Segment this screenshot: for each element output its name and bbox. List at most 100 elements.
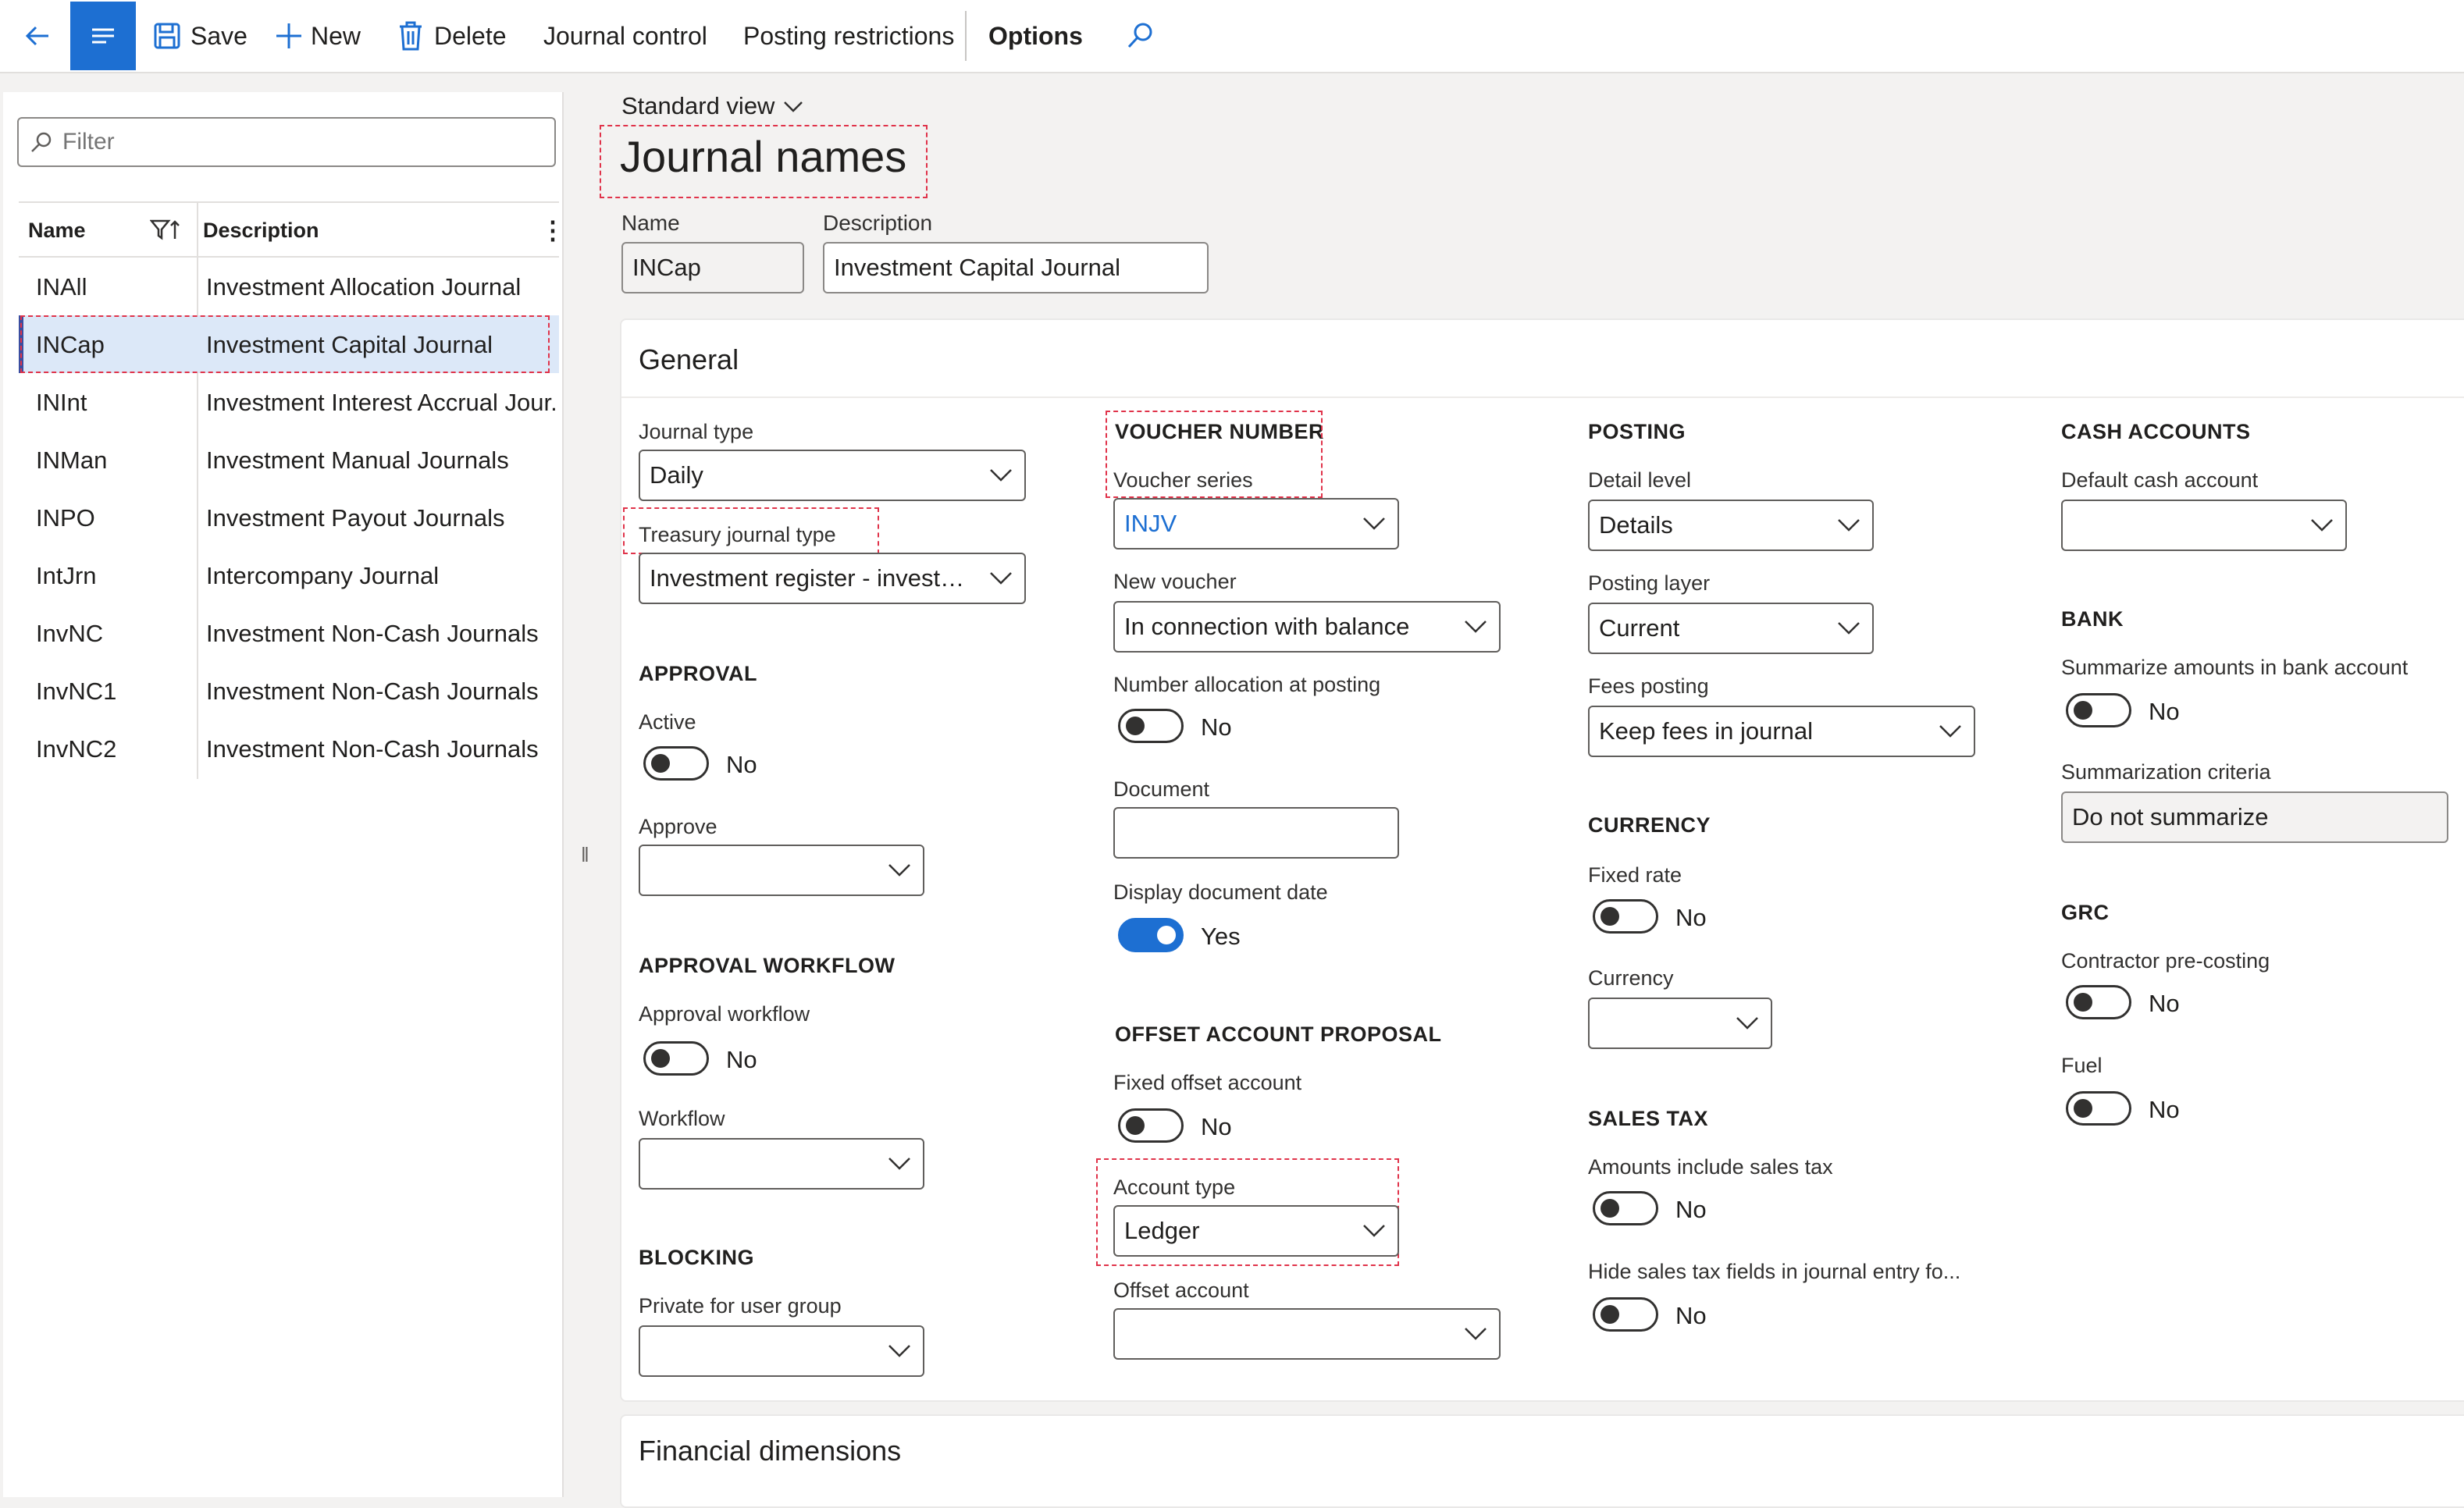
table-row[interactable]: InvNC1 Investment Non-Cash Journals (19, 662, 559, 720)
currency-select[interactable] (1588, 998, 1772, 1049)
fees-posting-select[interactable]: Keep fees in journal (1588, 706, 1975, 757)
table-row[interactable]: INPO Investment Payout Journals (19, 489, 559, 546)
summarization-criteria-field[interactable]: Do not summarize (2061, 791, 2448, 843)
workflow-select[interactable] (639, 1138, 924, 1190)
save-button[interactable]: Save (153, 0, 247, 72)
approve-select[interactable] (639, 845, 924, 896)
search-button[interactable] (1124, 0, 1155, 72)
chevron-down-icon (887, 1343, 912, 1360)
back-button[interactable] (22, 0, 53, 72)
offset-account-select[interactable] (1113, 1308, 1501, 1360)
table-row-selected[interactable]: INCap Investment Capital Journal (19, 315, 559, 373)
journal-type-select[interactable]: Daily (639, 450, 1026, 501)
chevron-down-icon (782, 92, 804, 120)
description-field[interactable]: Investment Capital Journal (823, 242, 1209, 293)
column-header-name[interactable]: Name (28, 219, 86, 243)
more-options-icon[interactable]: ⋮ (540, 215, 565, 245)
voucher-series-select[interactable]: INJV (1113, 498, 1399, 549)
default-cash-account-select[interactable] (2061, 500, 2347, 551)
general-header[interactable]: General (639, 343, 739, 376)
options-button[interactable]: Options (988, 0, 1083, 72)
approval-workflow-section-title: APPROVAL WORKFLOW (639, 954, 896, 977)
fees-posting-value: Keep fees in journal (1599, 717, 1814, 745)
amounts-include-sales-tax-label: Amounts include sales tax (1588, 1155, 1833, 1179)
detail-level-select[interactable]: Details (1588, 500, 1874, 551)
menu-lines-icon (87, 20, 119, 52)
offset-account-proposal-section-title: OFFSET ACCOUNT PROPOSAL (1115, 1023, 1442, 1046)
approval-workflow-toggle[interactable] (643, 1041, 709, 1076)
name-field[interactable]: INCap (621, 242, 804, 293)
display-document-date-label: Display document date (1113, 880, 1328, 904)
fixed-offset-account-toggle[interactable] (1118, 1108, 1184, 1143)
toggle-knob (1126, 1116, 1145, 1135)
number-allocation-toggle[interactable] (1118, 709, 1184, 743)
approve-label: Approve (639, 815, 717, 838)
active-toggle[interactable] (643, 746, 709, 781)
fuel-label: Fuel (2061, 1054, 2103, 1077)
row-name: INCap (36, 331, 105, 358)
chevron-down-icon (887, 1155, 912, 1172)
table-row[interactable]: INInt Investment Interest Accrual Jour..… (19, 373, 559, 431)
treasury-journal-type-label: Treasury journal type (639, 523, 836, 546)
table-row[interactable]: IntJrn Intercompany Journal (19, 546, 559, 604)
table-row[interactable]: INMan Investment Manual Journals (19, 431, 559, 489)
fuel-toggle[interactable] (2066, 1091, 2131, 1126)
new-voucher-value: In connection with balance (1124, 613, 1410, 640)
column-header-description[interactable]: Description (203, 219, 319, 243)
delete-button[interactable]: Delete (398, 0, 507, 72)
account-type-select[interactable]: Ledger (1113, 1205, 1399, 1257)
toggle-knob (2074, 993, 2092, 1012)
table-row[interactable]: INAll Investment Allocation Journal (19, 258, 559, 315)
filter-sort-icon[interactable] (149, 219, 181, 247)
page-title: Journal names (620, 132, 907, 181)
display-document-date-toggle[interactable] (1118, 918, 1184, 952)
amounts-include-sales-tax-toggle[interactable] (1593, 1191, 1658, 1225)
grid-header: Name Description ⋮ (19, 201, 565, 258)
private-for-user-group-select[interactable] (639, 1325, 924, 1377)
view-selector[interactable]: Standard view (621, 92, 804, 120)
fuel-value: No (2149, 1096, 2180, 1123)
journal-control-button[interactable]: Journal control (543, 0, 707, 72)
detail-level-value: Details (1599, 511, 1673, 539)
financial-dimensions-header[interactable]: Financial dimensions (639, 1435, 901, 1467)
document-input[interactable] (1113, 807, 1399, 859)
filter-field[interactable] (17, 117, 556, 167)
fixed-offset-account-label: Fixed offset account (1113, 1071, 1302, 1094)
contractor-pre-costing-toggle[interactable] (2066, 985, 2131, 1019)
summarize-amounts-toggle[interactable] (2066, 693, 2131, 727)
table-row[interactable]: InvNC Investment Non-Cash Journals (19, 604, 559, 662)
save-disk-icon (153, 22, 181, 50)
row-description: Intercompany Journal (206, 562, 440, 589)
toggle-knob (1601, 1305, 1619, 1324)
fixed-rate-toggle[interactable] (1593, 899, 1658, 934)
active-value: No (726, 751, 757, 778)
name-label: Name (621, 211, 680, 235)
hide-sales-tax-fields-toggle[interactable] (1593, 1297, 1658, 1332)
voucher-series-value[interactable]: INJV (1124, 510, 1177, 538)
posting-restrictions-button[interactable]: Posting restrictions (743, 0, 954, 72)
posting-layer-select[interactable]: Current (1588, 603, 1874, 654)
toolbar-divider (965, 11, 967, 61)
treasury-journal-type-select[interactable]: Investment register - investm... (639, 553, 1026, 604)
hide-sales-tax-fields-label: Hide sales tax fields in journal entry f… (1588, 1260, 1961, 1283)
menu-button[interactable] (70, 2, 136, 70)
new-button[interactable]: New (275, 0, 361, 72)
chevron-down-icon (887, 862, 912, 879)
new-voucher-select[interactable]: In connection with balance (1113, 601, 1501, 653)
summarization-criteria-label: Summarization criteria (2061, 760, 2271, 784)
trash-icon (398, 21, 423, 51)
pane-splitter[interactable]: ‖ (581, 843, 589, 867)
sales-tax-section-title: SALES TAX (1588, 1107, 1709, 1130)
cash-accounts-section-title: CASH ACCOUNTS (2061, 420, 2251, 443)
journal-type-label: Journal type (639, 420, 754, 443)
posting-layer-label: Posting layer (1588, 571, 1711, 595)
chevron-down-icon (1362, 1222, 1387, 1239)
row-description: Investment Non-Cash Journals (206, 678, 539, 705)
summarize-amounts-label: Summarize amounts in bank account (2061, 656, 2409, 679)
row-description: Investment Payout Journals (206, 504, 505, 532)
filter-input[interactable] (61, 128, 532, 156)
view-label: Standard view (621, 92, 775, 119)
row-description: Investment Capital Journal (206, 331, 493, 358)
toggle-knob (1126, 717, 1145, 735)
table-row[interactable]: InvNC2 Investment Non-Cash Journals (19, 720, 559, 777)
